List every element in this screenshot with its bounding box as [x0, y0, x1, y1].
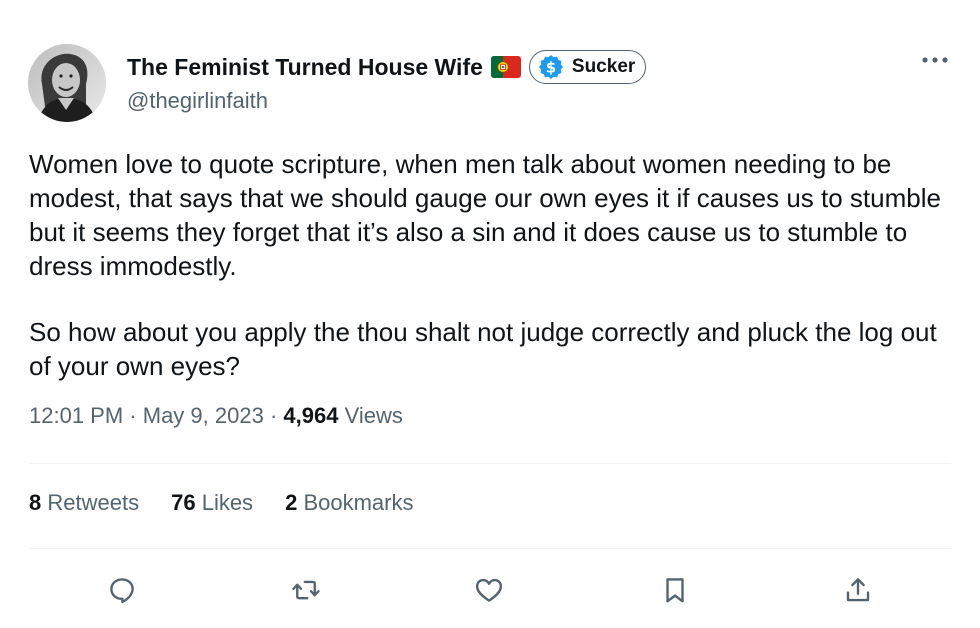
divider [29, 463, 951, 464]
bookmark-button[interactable] [655, 570, 695, 610]
avatar[interactable] [28, 44, 106, 122]
heart-icon [475, 578, 503, 602]
tweet-date[interactable]: May 9, 2023 [143, 403, 264, 428]
avatar-photo [28, 44, 106, 122]
tweet-text: Women love to quote scripture, when men … [29, 147, 959, 383]
tweet-actions [0, 570, 980, 608]
user-handle[interactable]: @thegirlinfaith [127, 88, 268, 114]
retweet-icon [292, 580, 320, 600]
more-options-button[interactable] [918, 48, 952, 72]
likes-stat[interactable]: 76 Likes [171, 490, 253, 516]
like-button[interactable] [469, 570, 509, 610]
likes-count: 76 [171, 490, 196, 515]
share-icon [846, 578, 870, 602]
share-button[interactable] [838, 570, 878, 610]
meta-separator: · [269, 403, 278, 428]
author-name-row: The Feminist Turned House Wife $ Sucker [127, 49, 647, 85]
tweet-paragraph: Women love to quote scripture, when men … [29, 149, 949, 281]
divider [29, 548, 951, 549]
dollar-coin-icon: $ [538, 54, 564, 80]
reply-button[interactable] [102, 570, 142, 610]
bookmarks-count: 2 [285, 490, 298, 515]
views-label: Views [344, 403, 403, 428]
tweet-meta: 12:01 PM · May 9, 2023 · 4,964 Views [29, 403, 403, 429]
tweet-time[interactable]: 12:01 PM [29, 403, 123, 428]
meta-separator: · [129, 403, 137, 428]
reply-icon [110, 578, 134, 604]
display-name[interactable]: The Feminist Turned House Wife [127, 54, 483, 81]
retweet-button[interactable] [286, 570, 326, 610]
tweet-card: The Feminist Turned House Wife $ Sucker … [0, 0, 980, 628]
retweets-count: 8 [29, 490, 42, 515]
bookmarks-stat[interactable]: 2 Bookmarks [285, 490, 413, 516]
more-dots-icon [922, 57, 948, 63]
portugal-flag-icon [490, 56, 521, 78]
likes-label: Likes [201, 490, 254, 515]
label-badge[interactable]: $ Sucker [528, 50, 647, 84]
retweets-label: Retweets [47, 490, 140, 515]
retweets-stat[interactable]: 8 Retweets [29, 490, 139, 516]
badge-label: Sucker [571, 56, 636, 77]
tweet-paragraph: So how about you apply the thou shalt no… [29, 317, 944, 381]
svg-text:$: $ [546, 59, 556, 77]
views-count: 4,964 [283, 403, 339, 428]
bookmark-icon [666, 578, 684, 603]
tweet-stats: 8 Retweets 76 Likes 2 Bookmarks [29, 490, 445, 516]
bookmarks-label: Bookmarks [303, 490, 414, 515]
